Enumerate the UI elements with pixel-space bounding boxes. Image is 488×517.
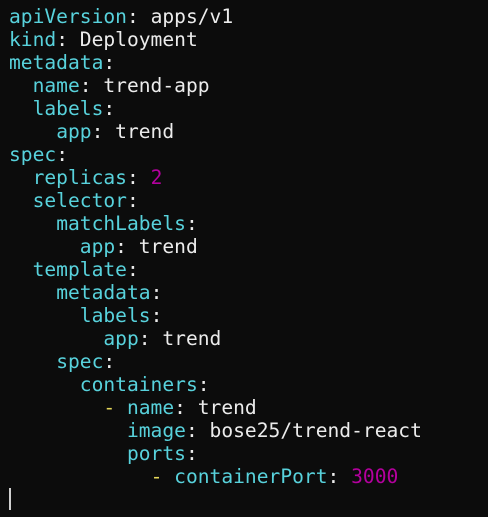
- colon: :: [197, 373, 210, 396]
- yaml-key: ports: [126, 442, 186, 465]
- colon: :: [150, 281, 163, 304]
- yaml-editor[interactable]: apiVersion: apps/v1 kind: Deployment metad…: [9, 5, 422, 488]
- colon: :: [126, 166, 139, 189]
- code-line[interactable]: matchLabels:: [9, 212, 422, 235]
- colon: :: [126, 189, 139, 212]
- colon: :: [103, 51, 116, 74]
- colon: :: [79, 74, 92, 97]
- colon: :: [126, 258, 139, 281]
- yaml-key: name: [126, 396, 175, 419]
- yaml-key: metadata: [9, 51, 104, 74]
- yaml-string-value: trend: [162, 327, 222, 350]
- code-line[interactable]: apiVersion: apps/v1: [9, 5, 422, 28]
- yaml-string-value: apps/v1: [150, 5, 234, 28]
- colon: :: [56, 28, 68, 51]
- colon: :: [91, 120, 104, 143]
- code-line[interactable]: spec:: [9, 350, 422, 373]
- colon: :: [56, 143, 68, 166]
- code-line[interactable]: metadata:: [9, 281, 422, 304]
- yaml-key: labels: [32, 97, 104, 120]
- yaml-key: kind: [9, 28, 57, 51]
- colon: :: [103, 97, 116, 120]
- list-dash: -: [150, 465, 163, 488]
- text-cursor: [9, 488, 11, 510]
- yaml-key: matchLabels: [56, 212, 186, 235]
- yaml-string-value: Deployment: [79, 28, 198, 51]
- code-line[interactable]: replicas: 2: [9, 166, 422, 189]
- code-line[interactable]: selector:: [9, 189, 422, 212]
- yaml-number-value: 2: [150, 166, 163, 189]
- yaml-key: template: [32, 258, 127, 281]
- code-line[interactable]: - containerPort: 3000: [9, 465, 422, 488]
- yaml-key: app: [79, 235, 116, 258]
- colon: :: [185, 442, 198, 465]
- code-line[interactable]: app: trend: [9, 120, 422, 143]
- colon: :: [185, 419, 198, 442]
- code-line[interactable]: labels:: [9, 97, 422, 120]
- list-dash: -: [103, 396, 116, 419]
- yaml-key: containerPort: [174, 465, 328, 488]
- terminal-window[interactable]: apiVersion: apps/v1 kind: Deployment metad…: [0, 0, 488, 517]
- code-line[interactable]: name: trend-app: [9, 74, 422, 97]
- yaml-key: apiVersion: [9, 5, 127, 28]
- yaml-key: selector: [32, 189, 127, 212]
- colon: :: [174, 396, 186, 419]
- yaml-key: containers: [79, 373, 198, 396]
- yaml-key: spec: [9, 143, 57, 166]
- code-line[interactable]: app: trend: [9, 235, 422, 258]
- code-line[interactable]: ports:: [9, 442, 422, 465]
- yaml-string-value: trend: [115, 120, 175, 143]
- colon: :: [115, 235, 127, 258]
- code-line[interactable]: app: trend: [9, 327, 422, 350]
- code-line[interactable]: kind: Deployment: [9, 28, 422, 51]
- colon: :: [150, 304, 163, 327]
- colon: :: [327, 465, 340, 488]
- yaml-key: spec: [56, 350, 104, 373]
- code-line[interactable]: containers:: [9, 373, 422, 396]
- colon: :: [103, 350, 116, 373]
- yaml-string-value: trend-app: [103, 74, 210, 97]
- yaml-key: replicas: [32, 166, 127, 189]
- yaml-string-value: bose25/trend-react: [209, 419, 422, 442]
- yaml-number-value: 3000: [351, 465, 399, 488]
- yaml-key: metadata: [56, 281, 151, 304]
- yaml-key: labels: [79, 304, 151, 327]
- code-line[interactable]: - name: trend: [9, 396, 422, 419]
- code-line[interactable]: labels:: [9, 304, 422, 327]
- code-line[interactable]: metadata:: [9, 51, 422, 74]
- yaml-key: name: [32, 74, 80, 97]
- yaml-string-value: trend: [138, 235, 198, 258]
- yaml-key: image: [126, 419, 186, 442]
- yaml-key: app: [103, 327, 139, 350]
- yaml-key: app: [56, 120, 92, 143]
- colon: :: [138, 327, 151, 350]
- colon: :: [126, 5, 139, 28]
- code-line[interactable]: spec:: [9, 143, 422, 166]
- code-line[interactable]: image: bose25/trend-react: [9, 419, 422, 442]
- yaml-string-value: trend: [197, 396, 257, 419]
- code-line[interactable]: template:: [9, 258, 422, 281]
- colon: :: [185, 212, 198, 235]
